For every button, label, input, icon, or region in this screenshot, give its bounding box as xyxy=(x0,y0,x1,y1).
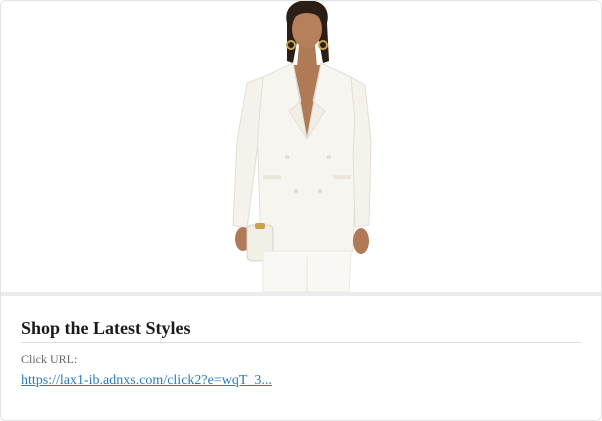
click-url-label: Click URL: xyxy=(21,352,78,366)
ad-info: Shop the Latest Styles Click URL: https:… xyxy=(21,296,581,390)
model-illustration xyxy=(232,1,372,292)
title-divider xyxy=(21,342,581,343)
ad-card: Shop the Latest Styles Click URL: https:… xyxy=(0,0,602,421)
product-image[interactable] xyxy=(1,1,601,292)
ad-title: Shop the Latest Styles xyxy=(21,318,191,338)
click-url-link[interactable]: https://lax1-ib.adnxs.com/click2?e=wqT_3… xyxy=(21,372,272,390)
